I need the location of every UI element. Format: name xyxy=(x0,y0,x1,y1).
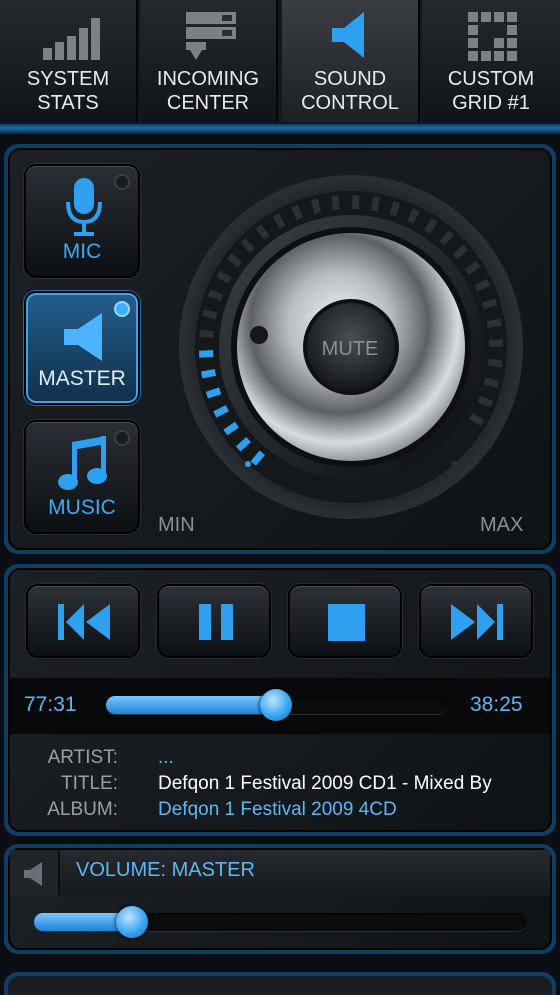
dial-tick xyxy=(291,204,303,221)
microphone-icon xyxy=(66,178,102,236)
grid-icon xyxy=(422,8,560,62)
volume-slider[interactable] xyxy=(34,906,526,938)
music-led xyxy=(114,430,130,446)
volume-title: VOLUME: MASTER xyxy=(76,859,255,881)
stop-icon xyxy=(328,604,365,641)
tab-label: SYSTEM STATS xyxy=(26,68,110,114)
progress-knob[interactable] xyxy=(260,689,292,721)
progress-slider[interactable] xyxy=(106,689,446,721)
dial-tick xyxy=(477,395,494,408)
tab-label: INCOMING CENTER xyxy=(156,68,260,114)
mic-label: MIC xyxy=(62,240,102,263)
dial-tick xyxy=(199,350,214,358)
title-key: TITLE: xyxy=(60,773,118,794)
tab-bar: SYSTEM STATS INCOMING CENTER SOUND CONTR… xyxy=(0,0,560,124)
dial-tick xyxy=(483,377,500,388)
tab-sound-control[interactable]: SOUND CONTROL xyxy=(282,0,420,122)
music-note-icon xyxy=(58,436,107,490)
server-icon xyxy=(140,8,276,62)
pause-icon xyxy=(199,604,233,640)
speaker-icon xyxy=(64,313,102,361)
stop-button[interactable] xyxy=(288,584,402,658)
dial-tick xyxy=(199,329,214,339)
volume-knob[interactable] xyxy=(116,906,148,938)
next-panel xyxy=(8,976,552,995)
master-label: MASTER xyxy=(38,367,126,390)
tab-label: SOUND CONTROL xyxy=(301,68,399,114)
mute-label: MUTE xyxy=(321,338,379,360)
mic-led xyxy=(114,174,130,190)
dial-tick xyxy=(331,195,340,211)
mic-button[interactable]: MIC xyxy=(24,164,140,278)
music-label: MUSIC xyxy=(48,496,116,519)
title-value: Defqon 1 Festival 2009 CD1 - Mixed By xyxy=(158,773,492,794)
bar-chart-icon xyxy=(0,8,136,62)
elapsed-time: 77:31 xyxy=(24,693,77,716)
dial-tick xyxy=(370,196,381,212)
speaker-icon xyxy=(282,8,418,62)
dial-tick xyxy=(205,387,222,399)
master-button[interactable]: MASTER xyxy=(24,291,140,405)
dial-tick xyxy=(487,358,503,368)
dial-tick xyxy=(481,298,498,310)
music-button[interactable]: MUSIC xyxy=(24,420,140,534)
tab-label: CUSTOM GRID #1 xyxy=(447,68,535,114)
dial-tick xyxy=(486,318,502,328)
artist-value: ... xyxy=(158,747,174,768)
album-value: Defqon 1 Festival 2009 4CD xyxy=(158,799,397,820)
master-led xyxy=(114,301,130,317)
progress-fill xyxy=(106,696,276,714)
tab-system-stats[interactable]: SYSTEM STATS xyxy=(0,0,138,122)
tab-underline xyxy=(0,124,560,134)
album-key: ALBUM: xyxy=(47,799,118,820)
min-label: MIN xyxy=(158,514,195,536)
volume-icon-box xyxy=(10,850,60,896)
tab-custom-grid[interactable]: CUSTOM GRID #1 xyxy=(422,0,560,122)
artist-key: ARTIST: xyxy=(47,747,118,768)
remaining-time: 38:25 xyxy=(470,693,523,716)
skip-forward-icon xyxy=(451,604,503,640)
dial-indicator xyxy=(250,326,268,344)
dial-tick xyxy=(207,289,224,302)
speaker-icon xyxy=(24,862,42,886)
max-label: MAX xyxy=(480,514,524,536)
previous-button[interactable] xyxy=(26,584,140,658)
next-button[interactable] xyxy=(419,584,533,658)
dial-tick xyxy=(389,201,401,217)
tab-incoming-center[interactable]: INCOMING CENTER xyxy=(140,0,278,122)
dial-tick xyxy=(310,198,322,214)
dial-tick xyxy=(200,368,217,379)
skip-back-icon xyxy=(58,604,110,640)
dial-tick xyxy=(202,309,218,320)
pause-button[interactable] xyxy=(157,584,271,658)
